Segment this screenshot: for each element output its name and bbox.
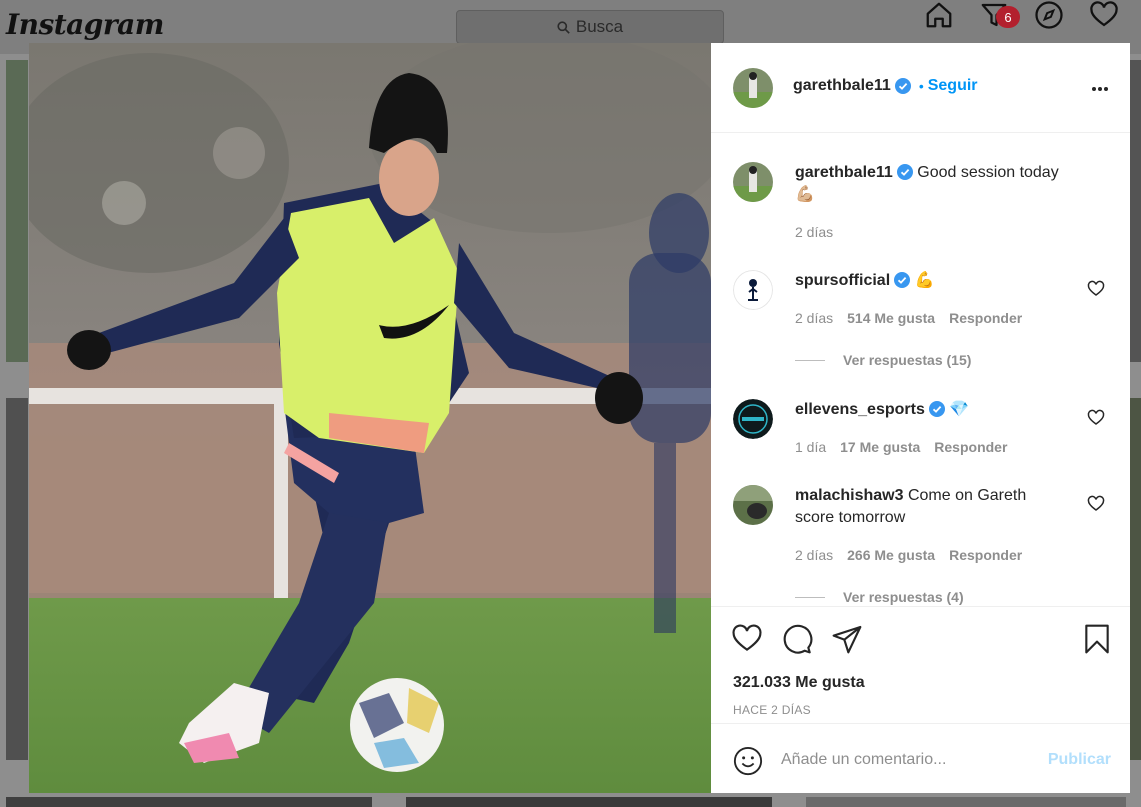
feed-thumbnail [6, 60, 28, 362]
commenter-avatar[interactable] [733, 270, 773, 310]
like-comment-icon[interactable] [1087, 280, 1105, 298]
heart-icon[interactable] [1089, 0, 1123, 34]
caption-emoji: 💪🏼 [795, 186, 815, 203]
comment-meta: 2 días 266 Me gusta Responder [795, 547, 1022, 563]
caption-time[interactable]: 2 días [795, 224, 833, 240]
comment-item: ellevens_esports 💎 1 día 17 Me gusta Res… [733, 399, 1113, 479]
feed-thumbnail [806, 797, 1126, 807]
comment-time[interactable]: 2 días [795, 547, 833, 563]
add-comment-bar: Publicar [711, 723, 1130, 793]
post-timestamp[interactable]: HACE 2 DÍAS [733, 703, 811, 717]
caption-username[interactable]: garethbale11 [795, 164, 893, 181]
publish-button[interactable]: Publicar [1048, 751, 1111, 769]
separator-dot: • [918, 78, 924, 94]
emoji-picker-icon[interactable] [733, 746, 763, 776]
search-placeholder: Busca [575, 17, 624, 36]
post-photo-illustration [29, 43, 711, 793]
verified-badge-icon [896, 164, 913, 180]
replies-divider [795, 596, 825, 598]
comment-input[interactable] [781, 746, 1031, 774]
more-options-icon[interactable] [1090, 79, 1110, 99]
feed-thumbnail [6, 797, 372, 807]
author-username[interactable]: garethbale11 [793, 77, 891, 95]
author-avatar[interactable] [733, 162, 773, 202]
view-replies-label: Ver respuestas (15) [843, 352, 972, 368]
comment-time[interactable]: 1 día [795, 439, 826, 455]
search-box[interactable]: Busca [456, 10, 724, 44]
comment-likes[interactable]: 514 Me gusta [847, 310, 935, 326]
search-icon [557, 20, 570, 34]
explore-compass-icon[interactable] [1034, 0, 1068, 34]
caption-body: Good session today [917, 164, 1059, 181]
replies-divider [795, 359, 825, 361]
post-actions: 321.033 Me gusta HACE 2 DÍAS [711, 606, 1130, 723]
comment-likes[interactable]: 266 Me gusta [847, 547, 935, 563]
comments-list[interactable]: garethbale11 Good session today 💪🏼 2 día… [711, 134, 1130, 606]
like-comment-icon[interactable] [1087, 495, 1105, 513]
save-bookmark-icon[interactable] [1081, 623, 1115, 657]
comment-meta: 1 día 17 Me gusta Responder [795, 439, 1007, 455]
notification-badge: 6 [996, 6, 1020, 28]
commenter-avatar[interactable] [733, 399, 773, 439]
post-photo[interactable] [29, 43, 711, 793]
comment-text: spursofficial 💪 [795, 270, 935, 292]
comment-body: 💎 [949, 401, 970, 418]
comment-item: malachishaw3 Come on Gareth score tomorr… [733, 485, 1113, 606]
share-icon[interactable] [831, 623, 865, 657]
feed-thumbnail [1130, 60, 1141, 362]
reply-button[interactable]: Responder [949, 310, 1022, 326]
author-avatar[interactable] [733, 68, 773, 108]
post-details-panel: garethbale11 • Seguir garethbale11 Good … [711, 43, 1130, 793]
reply-button[interactable]: Responder [949, 547, 1022, 563]
comment-username[interactable]: spursofficial [795, 272, 890, 289]
instagram-logo[interactable]: Instagram [6, 8, 164, 41]
comment-text: malachishaw3 Come on Gareth score tomorr… [795, 485, 1055, 529]
like-comment-icon[interactable] [1087, 409, 1105, 427]
caption-meta: 2 días [795, 224, 833, 240]
caption-row: garethbale11 Good session today 💪🏼 2 día… [733, 162, 1113, 252]
post-likes-count[interactable]: 321.033 Me gusta [733, 674, 865, 692]
caption-text: garethbale11 Good session today 💪🏼 [795, 162, 1095, 206]
comment-username[interactable]: ellevens_esports [795, 401, 925, 418]
view-replies-label: Ver respuestas (4) [843, 589, 964, 605]
comment-icon[interactable] [781, 623, 815, 657]
comment-username[interactable]: malachishaw3 [795, 487, 904, 504]
feed-thumbnail [1130, 398, 1141, 760]
home-icon[interactable] [924, 0, 958, 34]
verified-badge-icon [928, 401, 945, 417]
verified-badge-icon [894, 272, 911, 288]
comment-body: 💪 [914, 272, 935, 289]
verified-badge-icon [894, 78, 911, 94]
reply-button[interactable]: Responder [934, 439, 1007, 455]
comment-likes[interactable]: 17 Me gusta [840, 439, 920, 455]
comment-item: spursofficial 💪 2 días 514 Me gusta Resp… [733, 270, 1113, 380]
comment-text: ellevens_esports 💎 [795, 399, 969, 421]
view-replies-button[interactable]: Ver respuestas (15) [795, 352, 971, 368]
like-post-icon[interactable] [731, 623, 765, 657]
view-replies-button[interactable]: Ver respuestas (4) [795, 589, 964, 605]
comment-meta: 2 días 514 Me gusta Responder [795, 310, 1022, 326]
commenter-avatar[interactable] [733, 485, 773, 525]
feed-thumbnail [6, 398, 28, 760]
post-header: garethbale11 • Seguir [711, 43, 1130, 133]
follow-button[interactable]: Seguir [928, 77, 978, 95]
feed-thumbnail [406, 797, 772, 807]
comment-time[interactable]: 2 días [795, 310, 833, 326]
